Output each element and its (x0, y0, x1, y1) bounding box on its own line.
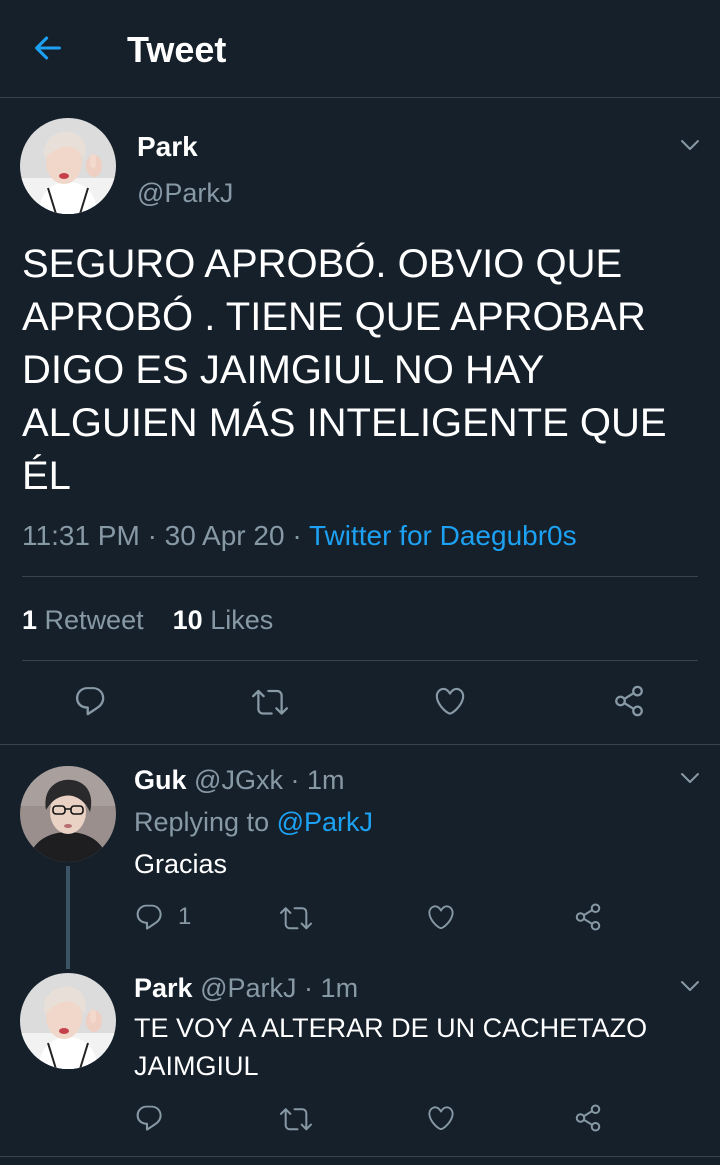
like-button[interactable] (426, 902, 456, 932)
likes-label: Likes (210, 605, 274, 635)
reply-count: 1 (178, 903, 192, 930)
reply-time: 1m (320, 973, 359, 1003)
avatar[interactable] (20, 118, 116, 214)
tweet-text: SEGURO APROBÓ. OBVIO QUE APROBÓ . TIENE … (22, 242, 667, 498)
reply-icon (134, 1103, 164, 1133)
meta-separator: · (147, 520, 157, 551)
heart-icon (433, 684, 467, 718)
reply-author-name[interactable]: Guk (134, 765, 187, 795)
reply-menu-button[interactable] (676, 972, 704, 1000)
reply-header: Guk @JGxk · 1m (134, 763, 345, 797)
like-button[interactable] (433, 684, 467, 718)
like-button[interactable] (426, 1103, 456, 1133)
share-icon (573, 1103, 603, 1133)
replying-to-line: Replying to @ParkJ (134, 805, 373, 839)
author-name[interactable]: Park (137, 130, 198, 164)
page-title: Tweet (127, 29, 227, 70)
divider (22, 576, 698, 577)
tweet-stats: 1 Retweet 10 Likes (22, 603, 273, 637)
share-button[interactable] (573, 1103, 603, 1133)
thread-connector (66, 866, 70, 969)
avatar[interactable] (20, 973, 116, 1069)
replying-prefix: Replying to (134, 807, 270, 837)
reply-icon (134, 902, 164, 932)
retweet-button[interactable] (252, 684, 288, 720)
chevron-down-icon (678, 766, 702, 790)
reply-author-handle[interactable]: @JGxk (194, 765, 283, 795)
reply-button[interactable] (73, 684, 107, 718)
share-icon (573, 902, 603, 932)
likes-count: 10 (172, 605, 203, 635)
tweet-date: 30 Apr 20 (164, 520, 285, 551)
reply-author-name[interactable]: Park (134, 973, 193, 1003)
retweets-stat[interactable]: 1 Retweet (22, 605, 144, 635)
tweet-source-link[interactable]: Twitter for Daegubr0s (309, 520, 577, 551)
retweet-button[interactable] (280, 1103, 312, 1135)
likes-stat[interactable]: 10 Likes (173, 605, 274, 635)
reply-text: TE VOY A ALTERAR DE UN CACHETAZO JAIMGIU… (134, 1013, 648, 1081)
replying-to-mention[interactable]: @ParkJ (277, 807, 373, 837)
reply-time: 1m (306, 765, 345, 795)
arrow-left-icon (35, 36, 61, 60)
back-button[interactable] (28, 28, 68, 68)
reply-header: Park @ParkJ · 1m (134, 971, 358, 1005)
retweet-button[interactable] (280, 902, 312, 934)
reply-author-handle[interactable]: @ParkJ (200, 973, 296, 1003)
tweet-menu-button[interactable] (676, 131, 704, 159)
divider (0, 1156, 720, 1157)
retweets-count: 1 (22, 605, 38, 635)
retweet-icon (252, 684, 288, 720)
reply-button[interactable]: 1 (134, 902, 191, 932)
meta-separator: · (292, 520, 302, 551)
divider (0, 744, 720, 745)
share-button[interactable] (612, 684, 646, 718)
share-button[interactable] (573, 902, 603, 932)
reply-icon (73, 684, 107, 718)
reply-menu-button[interactable] (676, 764, 704, 792)
top-bar: Tweet (0, 0, 720, 98)
heart-icon (426, 1103, 456, 1133)
tweet-meta: 11:31 PM · 30 Apr 20 · Twitter for Daegu… (22, 518, 577, 554)
chevron-down-icon (678, 974, 702, 998)
share-icon (612, 684, 646, 718)
avatar[interactable] (20, 766, 116, 862)
meta-separator: · (304, 973, 314, 1003)
retweet-icon (280, 902, 312, 934)
divider (22, 660, 698, 661)
author-handle[interactable]: @ParkJ (137, 176, 233, 210)
meta-separator: · (290, 765, 300, 795)
reply-button[interactable] (134, 1103, 164, 1133)
tweet-time: 11:31 PM (22, 520, 140, 551)
retweet-icon (280, 1103, 312, 1135)
reply-text: Gracias (134, 849, 228, 879)
heart-icon (426, 902, 456, 932)
retweets-label: Retweet (44, 605, 144, 635)
chevron-down-icon (678, 133, 702, 157)
